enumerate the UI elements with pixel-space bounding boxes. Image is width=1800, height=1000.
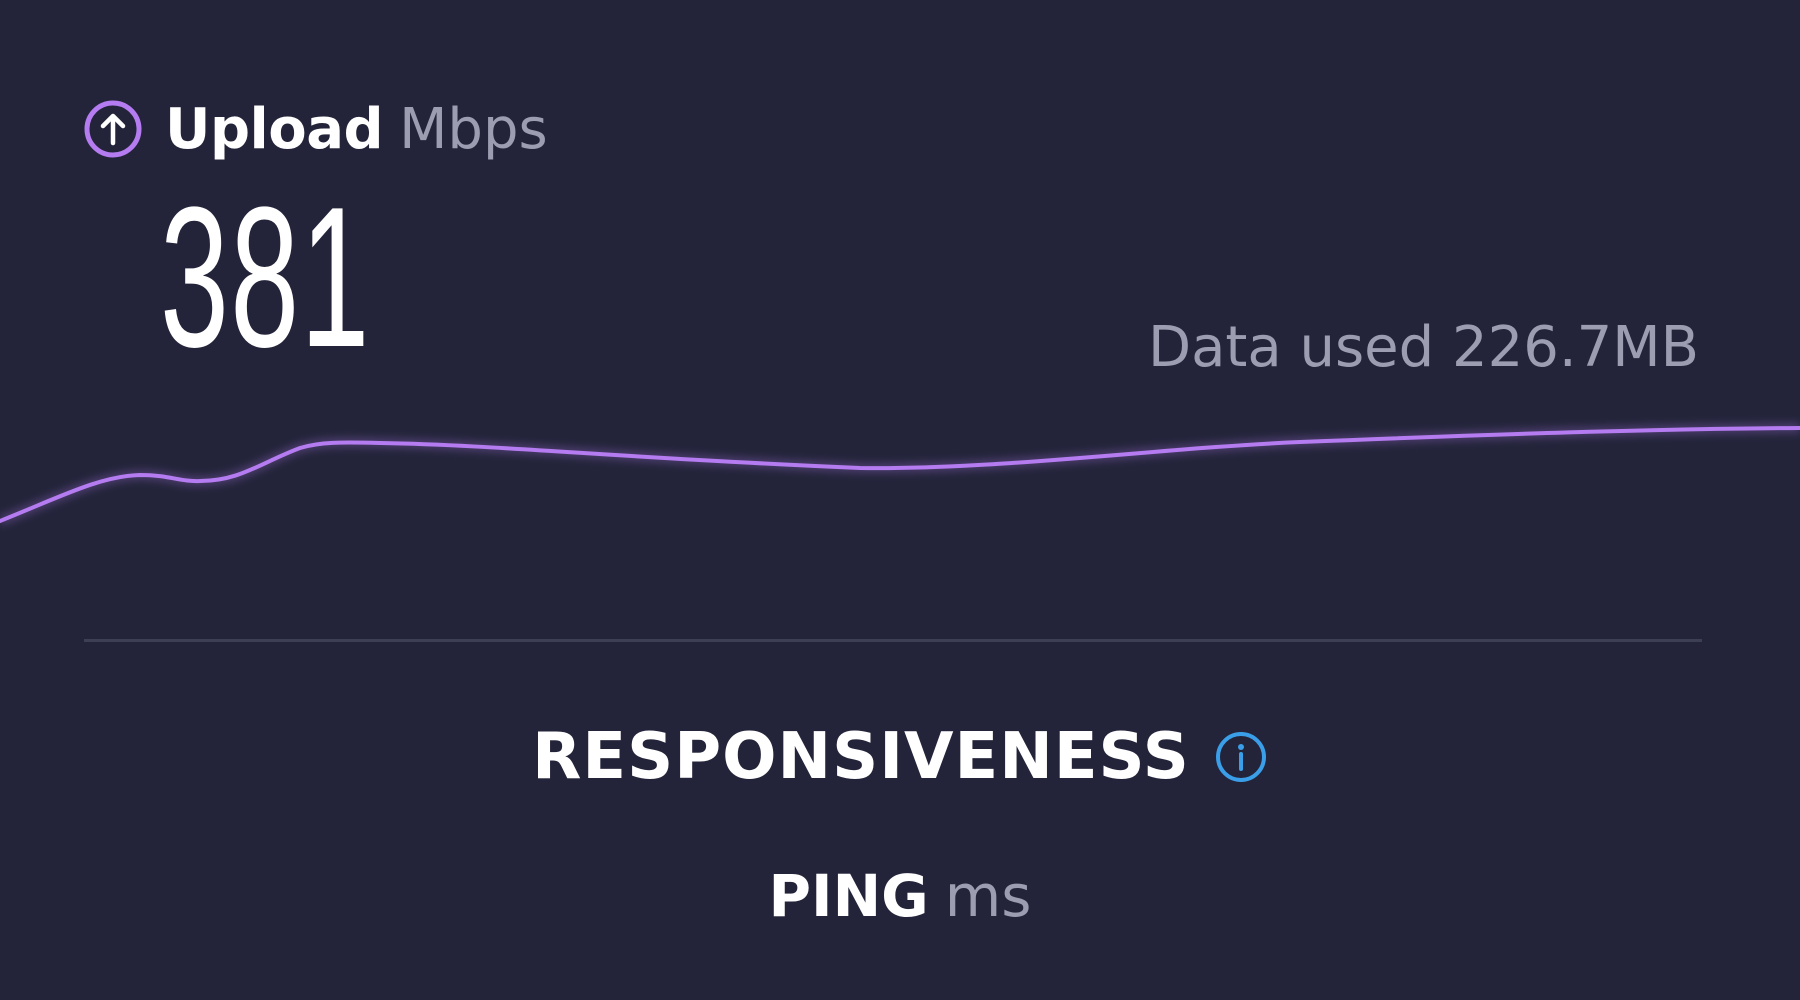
upload-unit: Mbps: [399, 96, 548, 162]
upload-header: Upload Mbps: [83, 96, 548, 162]
ping-unit: ms: [944, 862, 1032, 930]
responsiveness-title: RESPONSIVENESS: [532, 720, 1190, 794]
upload-speed-line: [0, 426, 1800, 523]
data-used-label: Data used 226.7MB: [1147, 315, 1699, 380]
upload-speed-line-glow: [0, 423, 1800, 526]
responsiveness-header: RESPONSIVENESS: [0, 720, 1800, 794]
upload-speed-value: 381: [160, 166, 371, 389]
section-divider: [84, 639, 1702, 642]
upload-speed-graph: [0, 423, 1800, 526]
ping-header: PING ms: [0, 862, 1800, 930]
info-icon[interactable]: [1214, 730, 1268, 784]
arrow-up-circle-icon: [84, 100, 142, 158]
upload-title: Upload: [165, 96, 384, 162]
ping-label: PING: [768, 862, 929, 930]
